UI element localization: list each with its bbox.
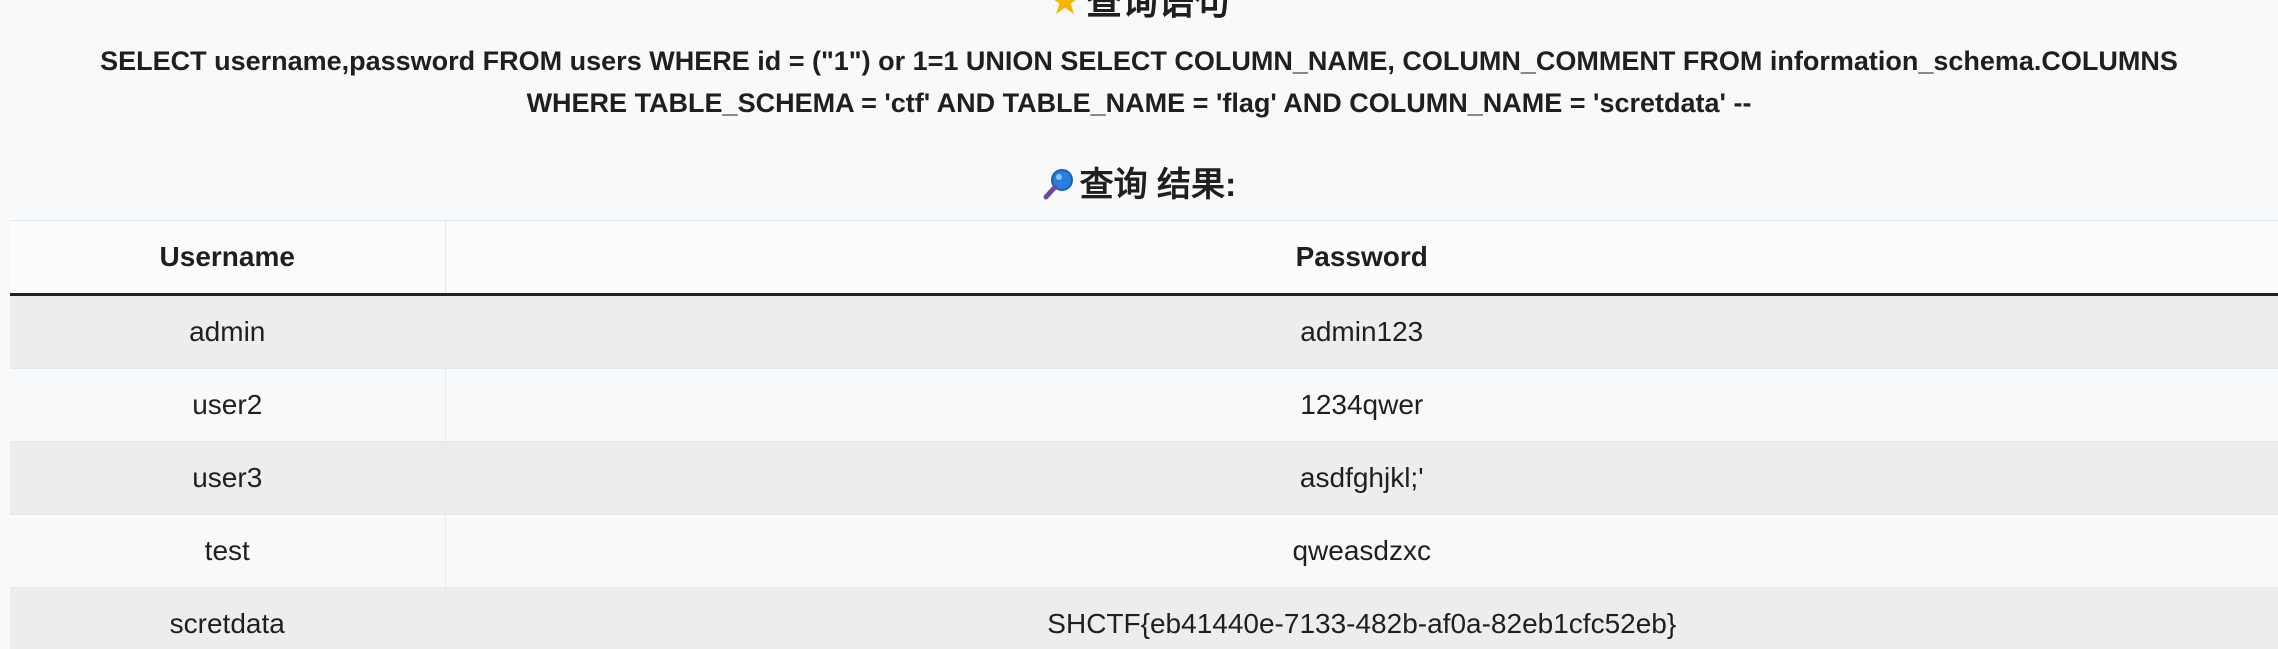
- password-cell: SHCTF{eb41440e-7133-482b-af0a-82eb1cfc52…: [444, 587, 2278, 649]
- username-cell: user3: [10, 441, 445, 515]
- results-table: Username Password admin admin123 user2 1…: [10, 220, 2278, 649]
- username-cell: test: [10, 514, 445, 588]
- password-cell: qweasdzxc: [444, 514, 2278, 588]
- sql-query-text: SELECT username,password FROM users WHER…: [100, 46, 2178, 118]
- column-header-username: Username: [10, 220, 445, 296]
- table-row: test qweasdzxc: [10, 514, 2278, 588]
- magnifier-icon: [1042, 167, 1076, 201]
- table-row: admin admin123: [10, 294, 2278, 369]
- password-cell: admin123: [444, 294, 2278, 369]
- results-heading: 查询 结果:: [0, 165, 2278, 205]
- username-cell: admin: [10, 294, 445, 369]
- username-cell: scretdata: [10, 587, 445, 649]
- column-header-password: Password: [444, 220, 2278, 296]
- table-row: user3 asdfghjkl;': [10, 441, 2278, 515]
- table-row: scretdata SHCTF{eb41440e-7133-482b-af0a-…: [10, 587, 2278, 649]
- password-cell: asdfghjkl;': [444, 441, 2278, 515]
- star-icon: ★: [1047, 0, 1083, 23]
- query-result-page: ★ 查询语句 SELECT username,password FROM user…: [0, 0, 2278, 649]
- password-cell: 1234qwer: [444, 368, 2278, 442]
- table-header-row: Username Password: [10, 220, 2278, 296]
- results-heading-label: 查询 结果:: [1079, 166, 1237, 204]
- username-cell: user2: [10, 368, 445, 442]
- query-heading: ★ 查询语句: [0, 0, 2278, 22]
- query-heading-label: 查询语句: [1086, 0, 1231, 22]
- table-row: user2 1234qwer: [10, 368, 2278, 442]
